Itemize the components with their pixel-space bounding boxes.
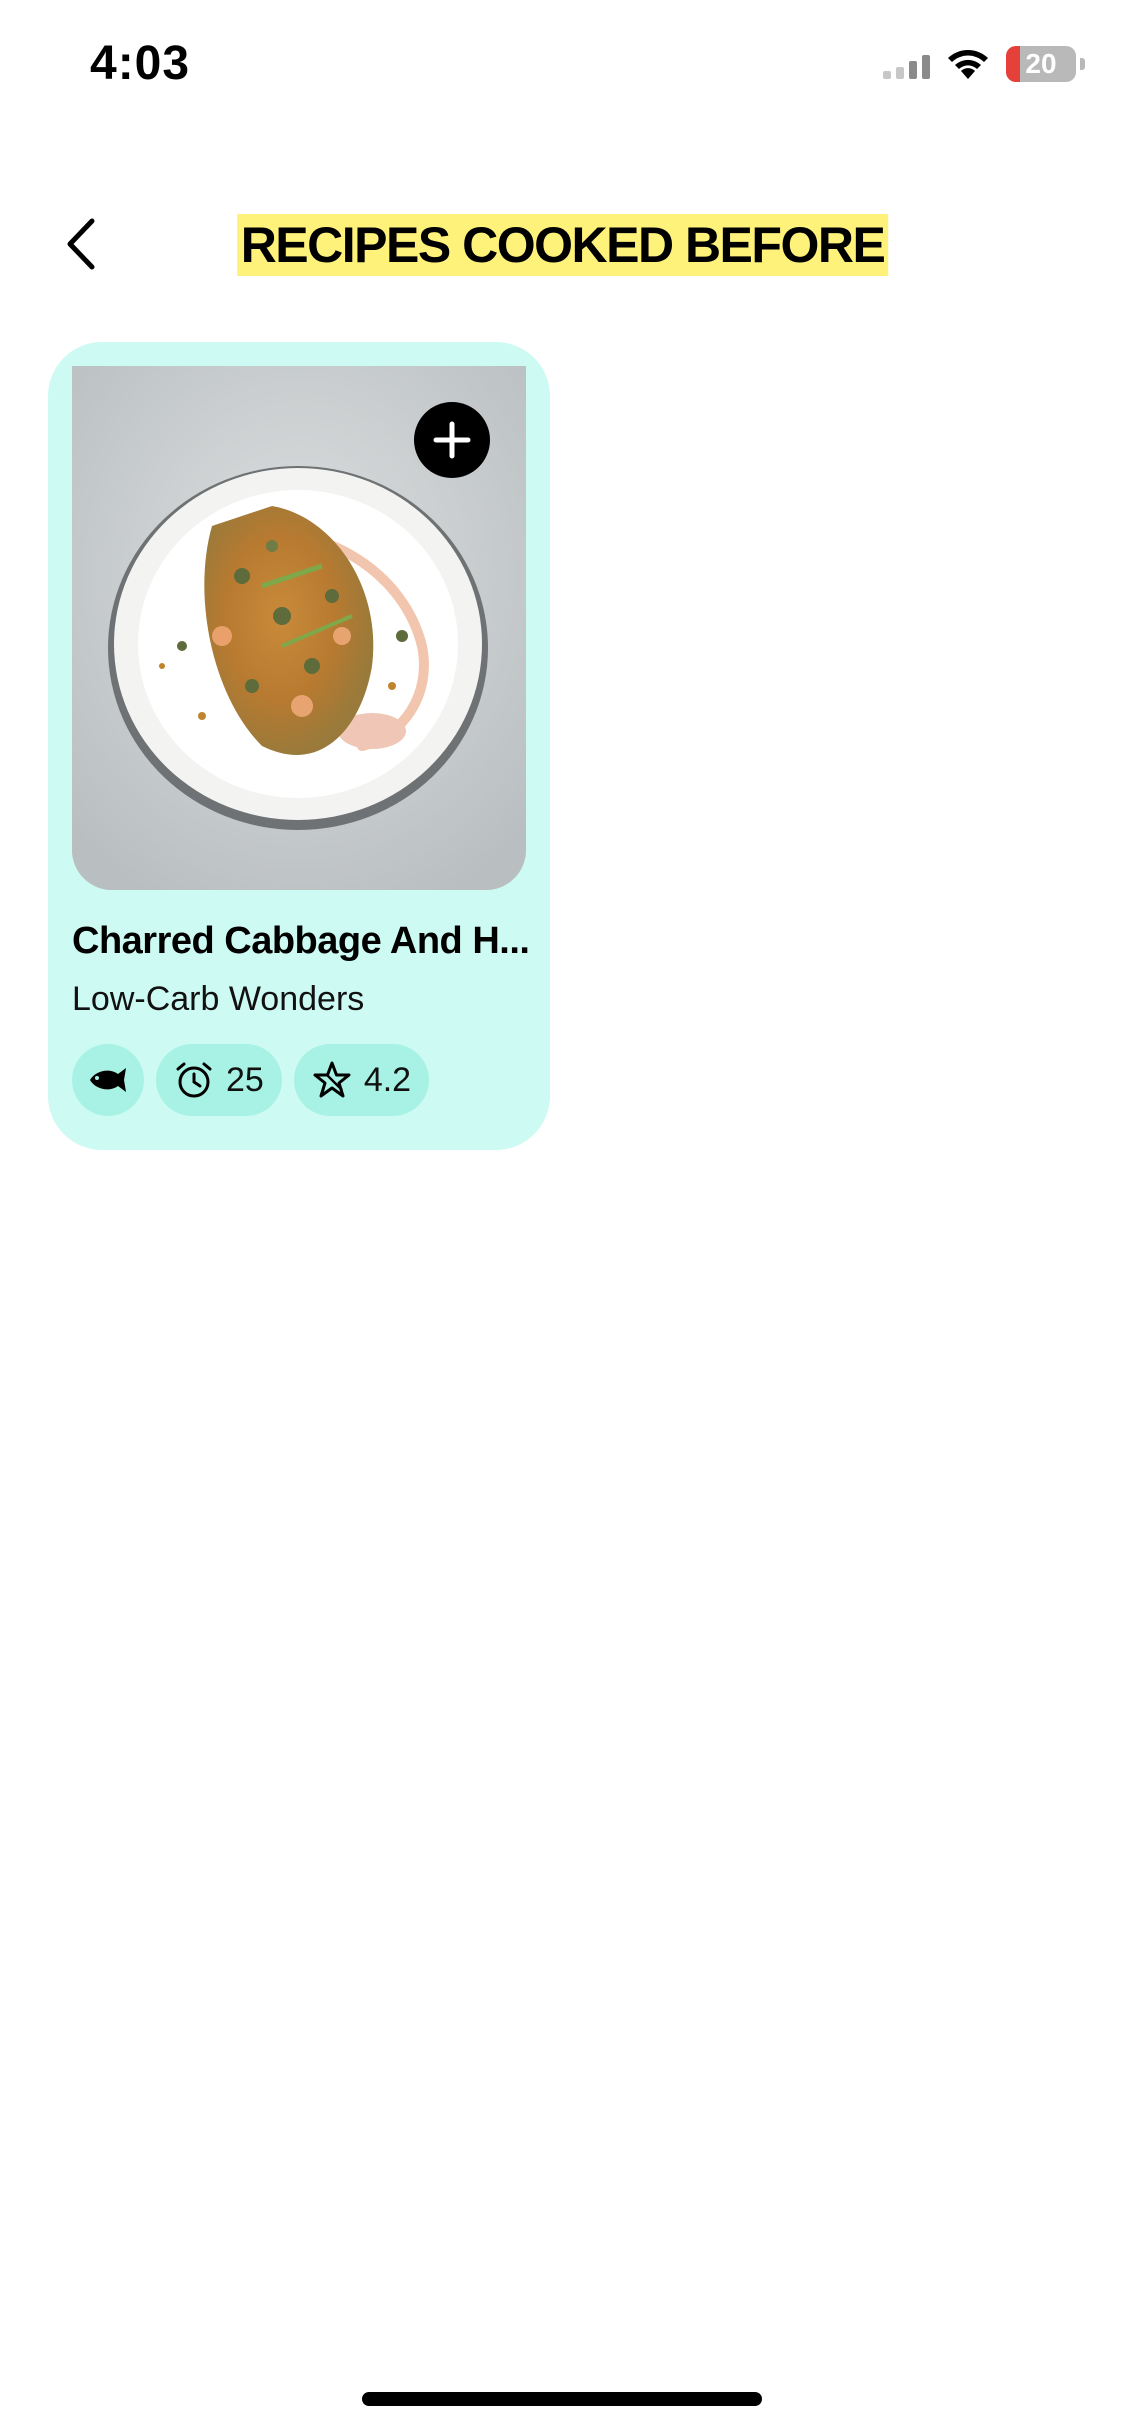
- home-indicator[interactable]: [362, 2392, 762, 2406]
- recipe-image: [72, 366, 526, 890]
- battery-level: 20: [1025, 48, 1057, 79]
- recipe-chips: 25 4.2: [72, 1044, 430, 1116]
- battery-cap: [1080, 58, 1085, 70]
- status-time: 4:03: [90, 37, 191, 90]
- recipe-title: Charred Cabbage And H...: [72, 920, 530, 962]
- page-title: RECIPES COOKED BEFORE: [236, 214, 889, 276]
- rating-value: 4.2: [363, 1060, 412, 1099]
- screen: 4:03 20 RECIPES COOKED BEFORE Charred Ca…: [0, 0, 1125, 2436]
- wifi-icon: [948, 50, 988, 79]
- star-icon: [313, 1061, 351, 1098]
- status-icons: 20: [883, 46, 1085, 82]
- rating-chip: 4.2: [293, 1044, 430, 1116]
- cellular-signal-icon: [883, 49, 930, 79]
- alarm-clock-icon: [176, 1062, 212, 1098]
- back-button[interactable]: [52, 214, 112, 274]
- time-chip: 25: [156, 1044, 282, 1116]
- plus-icon: [433, 421, 471, 459]
- recipe-card[interactable]: Charred Cabbage And H... Low-Carb Wonder…: [48, 342, 550, 1150]
- protein-chip: [72, 1044, 144, 1116]
- fish-icon: [90, 1068, 126, 1092]
- time-value: 25: [226, 1060, 264, 1099]
- header: RECIPES COOKED BEFORE: [0, 200, 1125, 290]
- status-bar: 4:03 20: [0, 0, 1125, 140]
- recipe-subtitle: Low-Carb Wonders: [72, 980, 365, 1018]
- chevron-left-icon: [67, 218, 95, 270]
- add-button[interactable]: [414, 402, 490, 478]
- battery-icon: 20: [1006, 46, 1076, 82]
